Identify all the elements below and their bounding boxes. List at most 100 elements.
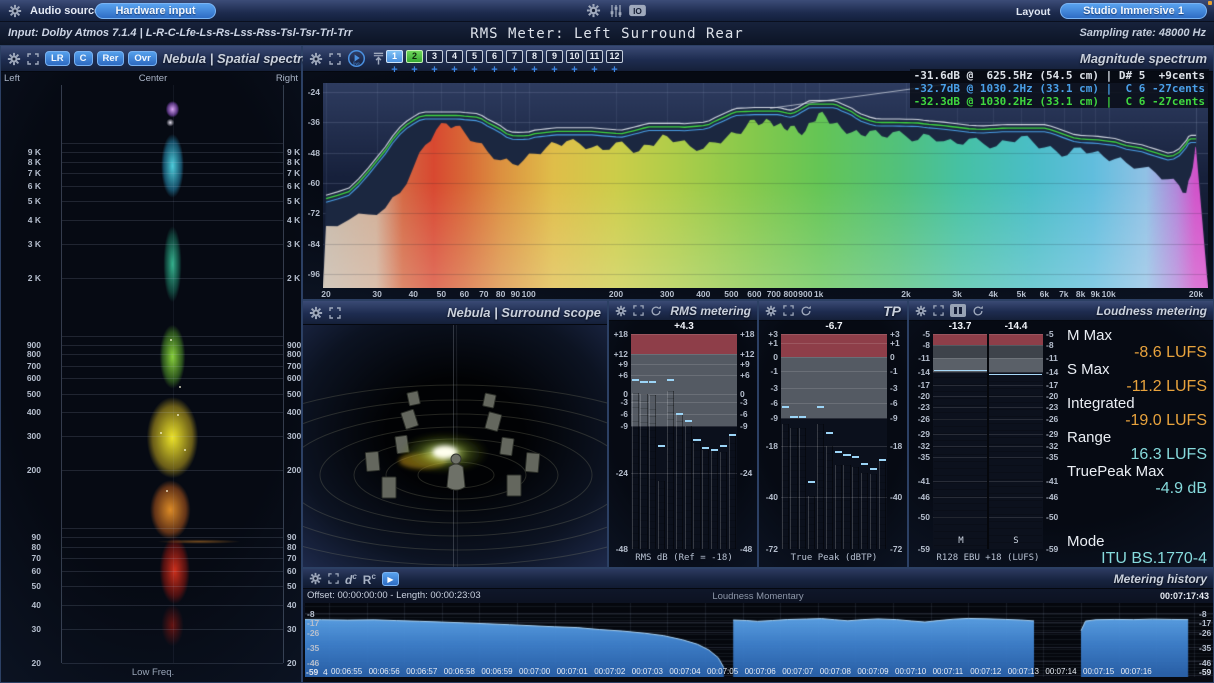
loudness-title: Loudness metering <box>1096 304 1207 318</box>
spectrogram-mode-button-ovr[interactable]: Ovr <box>128 51 156 66</box>
spectrum-channel-button-11[interactable]: 11 <box>586 50 603 63</box>
meter-bar <box>720 452 727 549</box>
scope-expand-icon[interactable] <box>329 307 341 319</box>
tp-expand-icon[interactable] <box>783 305 794 316</box>
history-expand-icon[interactable] <box>328 573 339 584</box>
spectrum-y-tick: -96 <box>303 269 320 279</box>
history-play-button[interactable]: ▶ <box>382 572 399 586</box>
tp-gear-icon[interactable] <box>765 305 777 317</box>
sliders-icon[interactable] <box>609 4 623 18</box>
loudness-header: Loudness metering <box>909 301 1213 321</box>
layout-preset-button[interactable]: Studio Immersive 1 <box>1060 3 1207 19</box>
spectrum-channel-button-8[interactable]: 8 <box>526 50 543 63</box>
history-time-label: 00:07:13 <box>1008 667 1039 677</box>
spectrum-channel-button-1[interactable]: 1 <box>386 50 403 63</box>
loudness-scale-label-right: -14 <box>1046 367 1066 377</box>
spectrum-expand-icon[interactable] <box>329 53 341 65</box>
meter-bar <box>808 496 815 549</box>
spectrum-x-tick: 100 <box>517 289 541 299</box>
reset-range-counter-icon[interactable]: Rc <box>363 570 376 587</box>
meter-display[interactable] <box>781 334 887 549</box>
spectrum-channel-add-marker[interactable]: + <box>386 64 403 76</box>
spectrum-channel-add-marker[interactable]: + <box>466 64 483 76</box>
spectrogram-mode-button-c[interactable]: C <box>74 51 93 66</box>
loudness-pause-button[interactable] <box>950 304 966 317</box>
hardware-input-button[interactable]: Hardware input <box>95 3 216 19</box>
meter-scale-label-right: -1 <box>890 366 909 376</box>
spectrum-channel-button-2[interactable]: 2 <box>406 50 423 63</box>
spectrum-channel-add-marker[interactable]: + <box>406 64 423 76</box>
spectrogram-expand-icon[interactable] <box>27 53 39 65</box>
rms-expand-icon[interactable] <box>633 305 644 316</box>
loudness-scale-label-right: -5 <box>1046 329 1066 339</box>
live-play-button[interactable] <box>347 49 366 68</box>
io-icon[interactable] <box>628 4 647 17</box>
spectrogram-mode-button-lr[interactable]: LR <box>45 51 70 66</box>
tp-reset-icon[interactable] <box>800 305 812 317</box>
stat-label: TruePeak Max <box>1067 463 1207 480</box>
spectrum-channel-button-9[interactable]: 9 <box>546 50 563 63</box>
freq-axis-label-left: 500 <box>15 389 41 399</box>
pan-label-right: Right <box>276 74 298 84</box>
meter-scale-label-left: +6 <box>609 370 628 380</box>
spectrum-channel-add-marker[interactable]: + <box>426 64 443 76</box>
spectrum-channel-button-5[interactable]: 5 <box>466 50 483 63</box>
spectrum-channel-button-4[interactable]: 4 <box>446 50 463 63</box>
spectrum-channel-add-marker[interactable]: + <box>566 64 583 76</box>
history-gear-icon[interactable] <box>309 572 322 585</box>
surround-scope-display[interactable] <box>303 325 607 567</box>
meter-bar <box>826 446 833 549</box>
loudness-scale-label-left: -32 <box>909 441 930 451</box>
spectrum-channel-add-marker[interactable]: + <box>606 64 623 76</box>
top-bar: Audio source Hardware input Layout Studi… <box>0 0 1214 22</box>
loudness-gear-icon[interactable] <box>915 305 927 317</box>
freq-axis-label-left: 7 K <box>15 168 41 178</box>
audio-source-gear-icon[interactable] <box>8 4 22 18</box>
spectrum-channel-add-marker[interactable]: + <box>526 64 543 76</box>
spectrum-channel-button-7[interactable]: 7 <box>506 50 523 63</box>
spectrum-x-tick: 50 <box>429 289 453 299</box>
freeze-icon[interactable] <box>372 52 385 65</box>
spectrum-gear-icon[interactable] <box>309 52 323 66</box>
loudness-meter-display[interactable] <box>933 334 1043 549</box>
meter-display[interactable] <box>631 334 737 549</box>
reset-duration-counter-icon[interactable]: dc <box>345 570 357 587</box>
loudness-reset-icon[interactable] <box>972 305 984 317</box>
rms-gear-icon[interactable] <box>615 305 627 317</box>
spectrogram-display[interactable] <box>61 85 284 663</box>
spectrum-readout-0: -31.6dB @ 625.5Hz (54.5 cm) | D# 5 +9cen… <box>910 69 1209 82</box>
meter-zone <box>781 334 887 357</box>
spectrum-channel-add-marker[interactable]: + <box>546 64 563 76</box>
spectrum-channel-button-3[interactable]: 3 <box>426 50 443 63</box>
spectrogram-mode-button-rer[interactable]: Rer <box>97 51 125 66</box>
meter-bar <box>870 474 877 549</box>
meter-peak-marker <box>826 432 833 434</box>
meter-bar <box>685 426 692 549</box>
history-time-label: 00:07:12 <box>970 667 1001 677</box>
spectrum-channel-add-marker[interactable]: + <box>506 64 523 76</box>
loudness-expand-icon[interactable] <box>933 305 944 316</box>
meter-scale-label-left: -18 <box>759 441 778 451</box>
spectrum-channel-button-12[interactable]: 12 <box>606 50 623 63</box>
history-display[interactable] <box>305 603 1213 677</box>
history-scale-label-left: -46 <box>307 658 319 668</box>
meter-tick-line <box>781 334 887 335</box>
spectrum-display[interactable] <box>323 83 1208 288</box>
spectrum-channel-button-6[interactable]: 6 <box>486 50 503 63</box>
meter-scale-label-left: -6 <box>609 409 628 419</box>
spectrum-channel-add-marker[interactable]: + <box>586 64 603 76</box>
meter-scale-label-left: -48 <box>609 544 628 554</box>
meter-peak-marker <box>729 434 736 436</box>
rms-reset-icon[interactable] <box>650 305 662 317</box>
settings-gear-icon[interactable] <box>586 3 601 18</box>
scope-gear-icon[interactable] <box>309 306 323 320</box>
spectrum-channel-add-marker[interactable]: + <box>486 64 503 76</box>
meter-bar <box>640 394 647 549</box>
spectrum-channel-button-10[interactable]: 10 <box>566 50 583 63</box>
spectrogram-gear-icon[interactable] <box>7 52 21 66</box>
spectrum-x-tick: 2k <box>894 289 918 299</box>
loudness-scale-label-left: -41 <box>909 476 930 486</box>
window-title: RMS Meter: Left Surround Rear <box>0 26 1214 42</box>
spectrogram-speckle <box>179 386 181 388</box>
spectrum-channel-add-marker[interactable]: + <box>446 64 463 76</box>
